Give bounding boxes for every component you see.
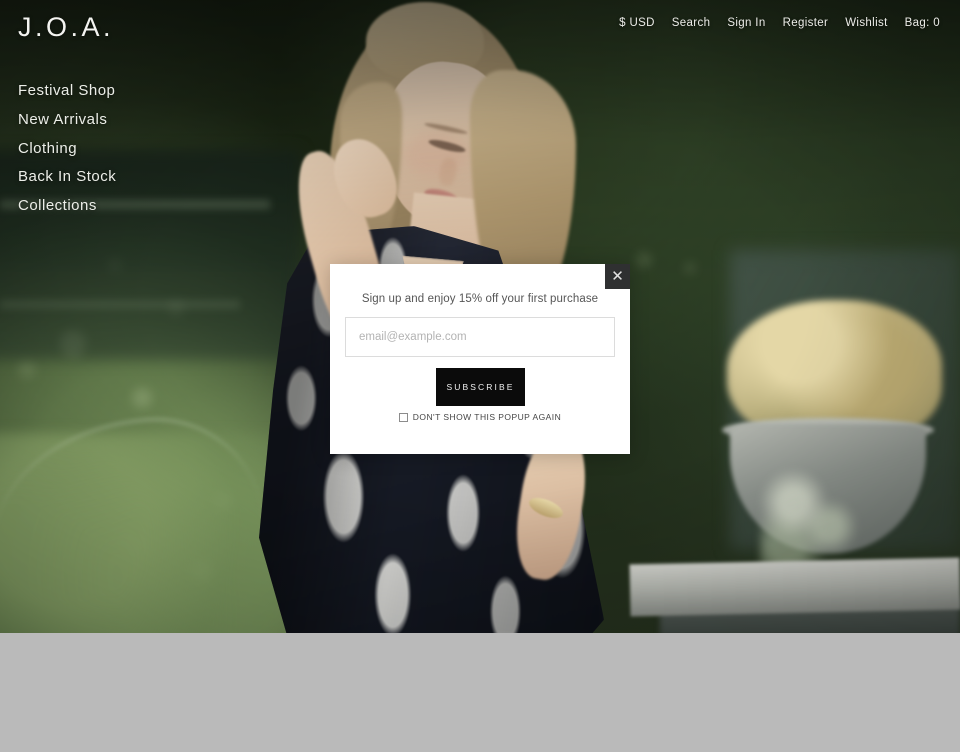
model-cheek	[404, 132, 468, 178]
utility-navigation: $ USD Search Sign In Register Wishlist B…	[619, 17, 940, 29]
popup-heading: Sign up and enjoy 15% off your first pur…	[361, 293, 599, 305]
search-link[interactable]: Search	[672, 17, 711, 29]
page-root: J.O.A. $ USD Search Sign In Register Wis…	[0, 0, 960, 752]
main-navigation: Festival Shop New Arrivals Clothing Back…	[18, 80, 116, 217]
register-link[interactable]: Register	[783, 17, 829, 29]
dont-show-again-label: DON'T SHOW THIS POPUP AGAIN	[412, 412, 562, 422]
subscribe-button[interactable]: SUBSCRIBE	[436, 368, 525, 406]
newsletter-popup: ✕ Sign up and enjoy 15% off your first p…	[330, 264, 630, 454]
bag-link[interactable]: Bag: 0	[905, 17, 940, 29]
nav-item-new-arrivals[interactable]: New Arrivals	[18, 109, 116, 131]
close-icon[interactable]: ✕	[605, 264, 630, 289]
currency-selector[interactable]: $ USD	[619, 17, 655, 29]
wishlist-link[interactable]: Wishlist	[845, 17, 887, 29]
nav-item-clothing[interactable]: Clothing	[18, 138, 116, 160]
dont-show-again-checkbox[interactable]	[398, 412, 408, 422]
email-input[interactable]	[345, 317, 615, 357]
below-fold-section	[0, 633, 960, 752]
nav-item-festival-shop[interactable]: Festival Shop	[18, 80, 116, 102]
sign-in-link[interactable]: Sign In	[727, 17, 765, 29]
nav-item-collections[interactable]: Collections	[18, 195, 116, 217]
dont-show-again-row[interactable]: DON'T SHOW THIS POPUP AGAIN	[330, 412, 630, 422]
nav-item-back-in-stock[interactable]: Back In Stock	[18, 166, 116, 188]
site-logo[interactable]: J.O.A.	[18, 14, 114, 41]
